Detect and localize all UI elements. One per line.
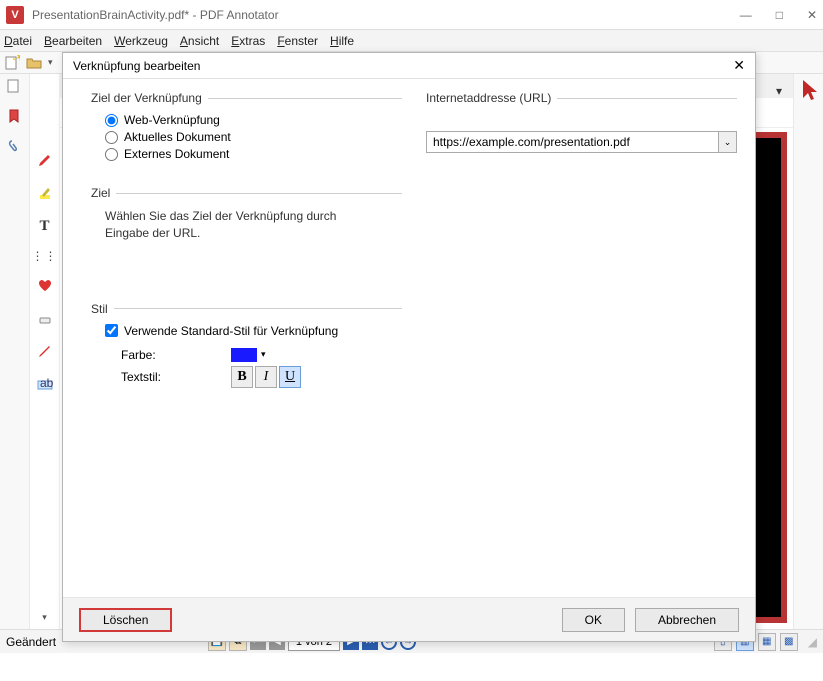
close-button[interactable]: ✕ [807, 8, 817, 22]
bookmark-icon[interactable] [6, 108, 24, 126]
target-help-text: Wählen Sie das Ziel der Verknüpfung durc… [105, 208, 345, 242]
dialog-right-column: Internetaddresse (URL) ⌄ [426, 91, 737, 597]
toolbar-caret[interactable]: ▾ [48, 57, 53, 68]
section-style: Stil [91, 302, 402, 316]
dialog-footer: Löschen OK Abbrechen [63, 597, 755, 641]
url-input[interactable] [426, 131, 719, 153]
highlighter-icon[interactable] [37, 185, 53, 204]
titlebar: V PresentationBrainActivity.pdf* - PDF A… [0, 0, 823, 30]
layout-two-page-icon[interactable]: ▦ [758, 633, 776, 651]
dots-icon[interactable]: ⋮⋮ [32, 249, 58, 263]
color-swatch[interactable] [231, 348, 257, 362]
menu-extras[interactable]: Extras [231, 34, 265, 48]
attachment-icon[interactable] [6, 138, 24, 156]
app-icon: V [6, 6, 24, 24]
bold-button[interactable]: B [231, 366, 253, 388]
url-dropdown-caret[interactable]: ⌄ [719, 131, 737, 153]
radio-web-link[interactable]: Web-Verknüpfung [105, 113, 402, 127]
corner-grip-icon: ◢ [808, 635, 817, 649]
window-controls: — □ ✕ [740, 8, 817, 22]
radio-external-doc[interactable]: Externes Dokument [105, 147, 402, 161]
pencil-edit-icon[interactable] [37, 343, 53, 362]
tab-overflow[interactable]: ▾ [771, 84, 787, 98]
dialog-title: Verknüpfung bearbeiten [73, 59, 200, 73]
section-target-type: Ziel der Verknüpfung [91, 91, 402, 105]
side-panel-strip [0, 74, 30, 629]
section-target: Ziel [91, 186, 402, 200]
layout-grid-icon[interactable]: ▩ [780, 633, 798, 651]
open-folder-icon[interactable] [26, 55, 42, 71]
use-default-style-checkbox[interactable]: Verwende Standard-Stil für Verknüpfung [105, 324, 402, 338]
svg-text:abI: abI [40, 376, 53, 390]
dialog-left-column: Ziel der Verknüpfung Web-Verknüpfung Akt… [91, 91, 402, 597]
tool-column: T ⋮⋮ abI ▾ [30, 74, 60, 629]
pen-red-icon[interactable] [37, 152, 53, 171]
menu-view[interactable]: Ansicht [180, 34, 219, 48]
menu-edit[interactable]: Bearbeiten [44, 34, 102, 48]
url-field-wrapper: ⌄ [426, 131, 737, 153]
window-title: PresentationBrainActivity.pdf* - PDF Ann… [32, 8, 279, 22]
radio-web-link-input[interactable] [105, 114, 118, 127]
radio-current-doc-input[interactable] [105, 131, 118, 144]
menu-tool[interactable]: Werkzeug [114, 34, 168, 48]
menu-bar: Datei Bearbeiten Werkzeug Ansicht Extras… [0, 30, 823, 52]
italic-button[interactable]: I [255, 366, 277, 388]
radio-current-doc[interactable]: Aktuelles Dokument [105, 130, 402, 144]
heart-stamp-icon[interactable] [37, 277, 53, 296]
status-changed: Geändert [6, 635, 56, 649]
cursor-big-icon[interactable] [800, 78, 818, 96]
section-url: Internetaddresse (URL) [426, 91, 737, 105]
text-box-icon[interactable]: abI [37, 376, 53, 395]
svg-text:✶: ✶ [15, 55, 20, 64]
text-tool-icon[interactable]: T [39, 218, 49, 235]
color-dropdown-caret[interactable]: ▾ [261, 349, 266, 360]
menu-file[interactable]: Datei [4, 34, 32, 48]
maximize-button[interactable]: □ [776, 8, 783, 22]
radio-external-doc-input[interactable] [105, 148, 118, 161]
toolcol-caret[interactable]: ▾ [42, 612, 47, 623]
dialog-titlebar: Verknüpfung bearbeiten ✕ [63, 53, 755, 79]
cancel-button[interactable]: Abbrechen [635, 608, 739, 632]
underline-button[interactable]: U [279, 366, 301, 388]
menu-window[interactable]: Fenster [277, 34, 318, 48]
textstyle-row: Textstil: B I U [121, 366, 402, 388]
new-doc-icon[interactable]: ✶ [4, 55, 20, 71]
delete-button[interactable]: Löschen [79, 608, 172, 632]
ok-button[interactable]: OK [562, 608, 625, 632]
use-default-style-input[interactable] [105, 324, 118, 337]
menu-help[interactable]: Hilfe [330, 34, 354, 48]
right-tool-strip [793, 74, 823, 629]
dialog-close-icon[interactable]: ✕ [733, 57, 745, 74]
color-row: Farbe: ▾ [121, 348, 402, 362]
minimize-button[interactable]: — [740, 8, 752, 22]
eraser-icon[interactable] [37, 310, 53, 329]
page-thumb-icon[interactable] [6, 78, 24, 96]
edit-link-dialog: Verknüpfung bearbeiten ✕ Ziel der Verknü… [62, 52, 756, 642]
